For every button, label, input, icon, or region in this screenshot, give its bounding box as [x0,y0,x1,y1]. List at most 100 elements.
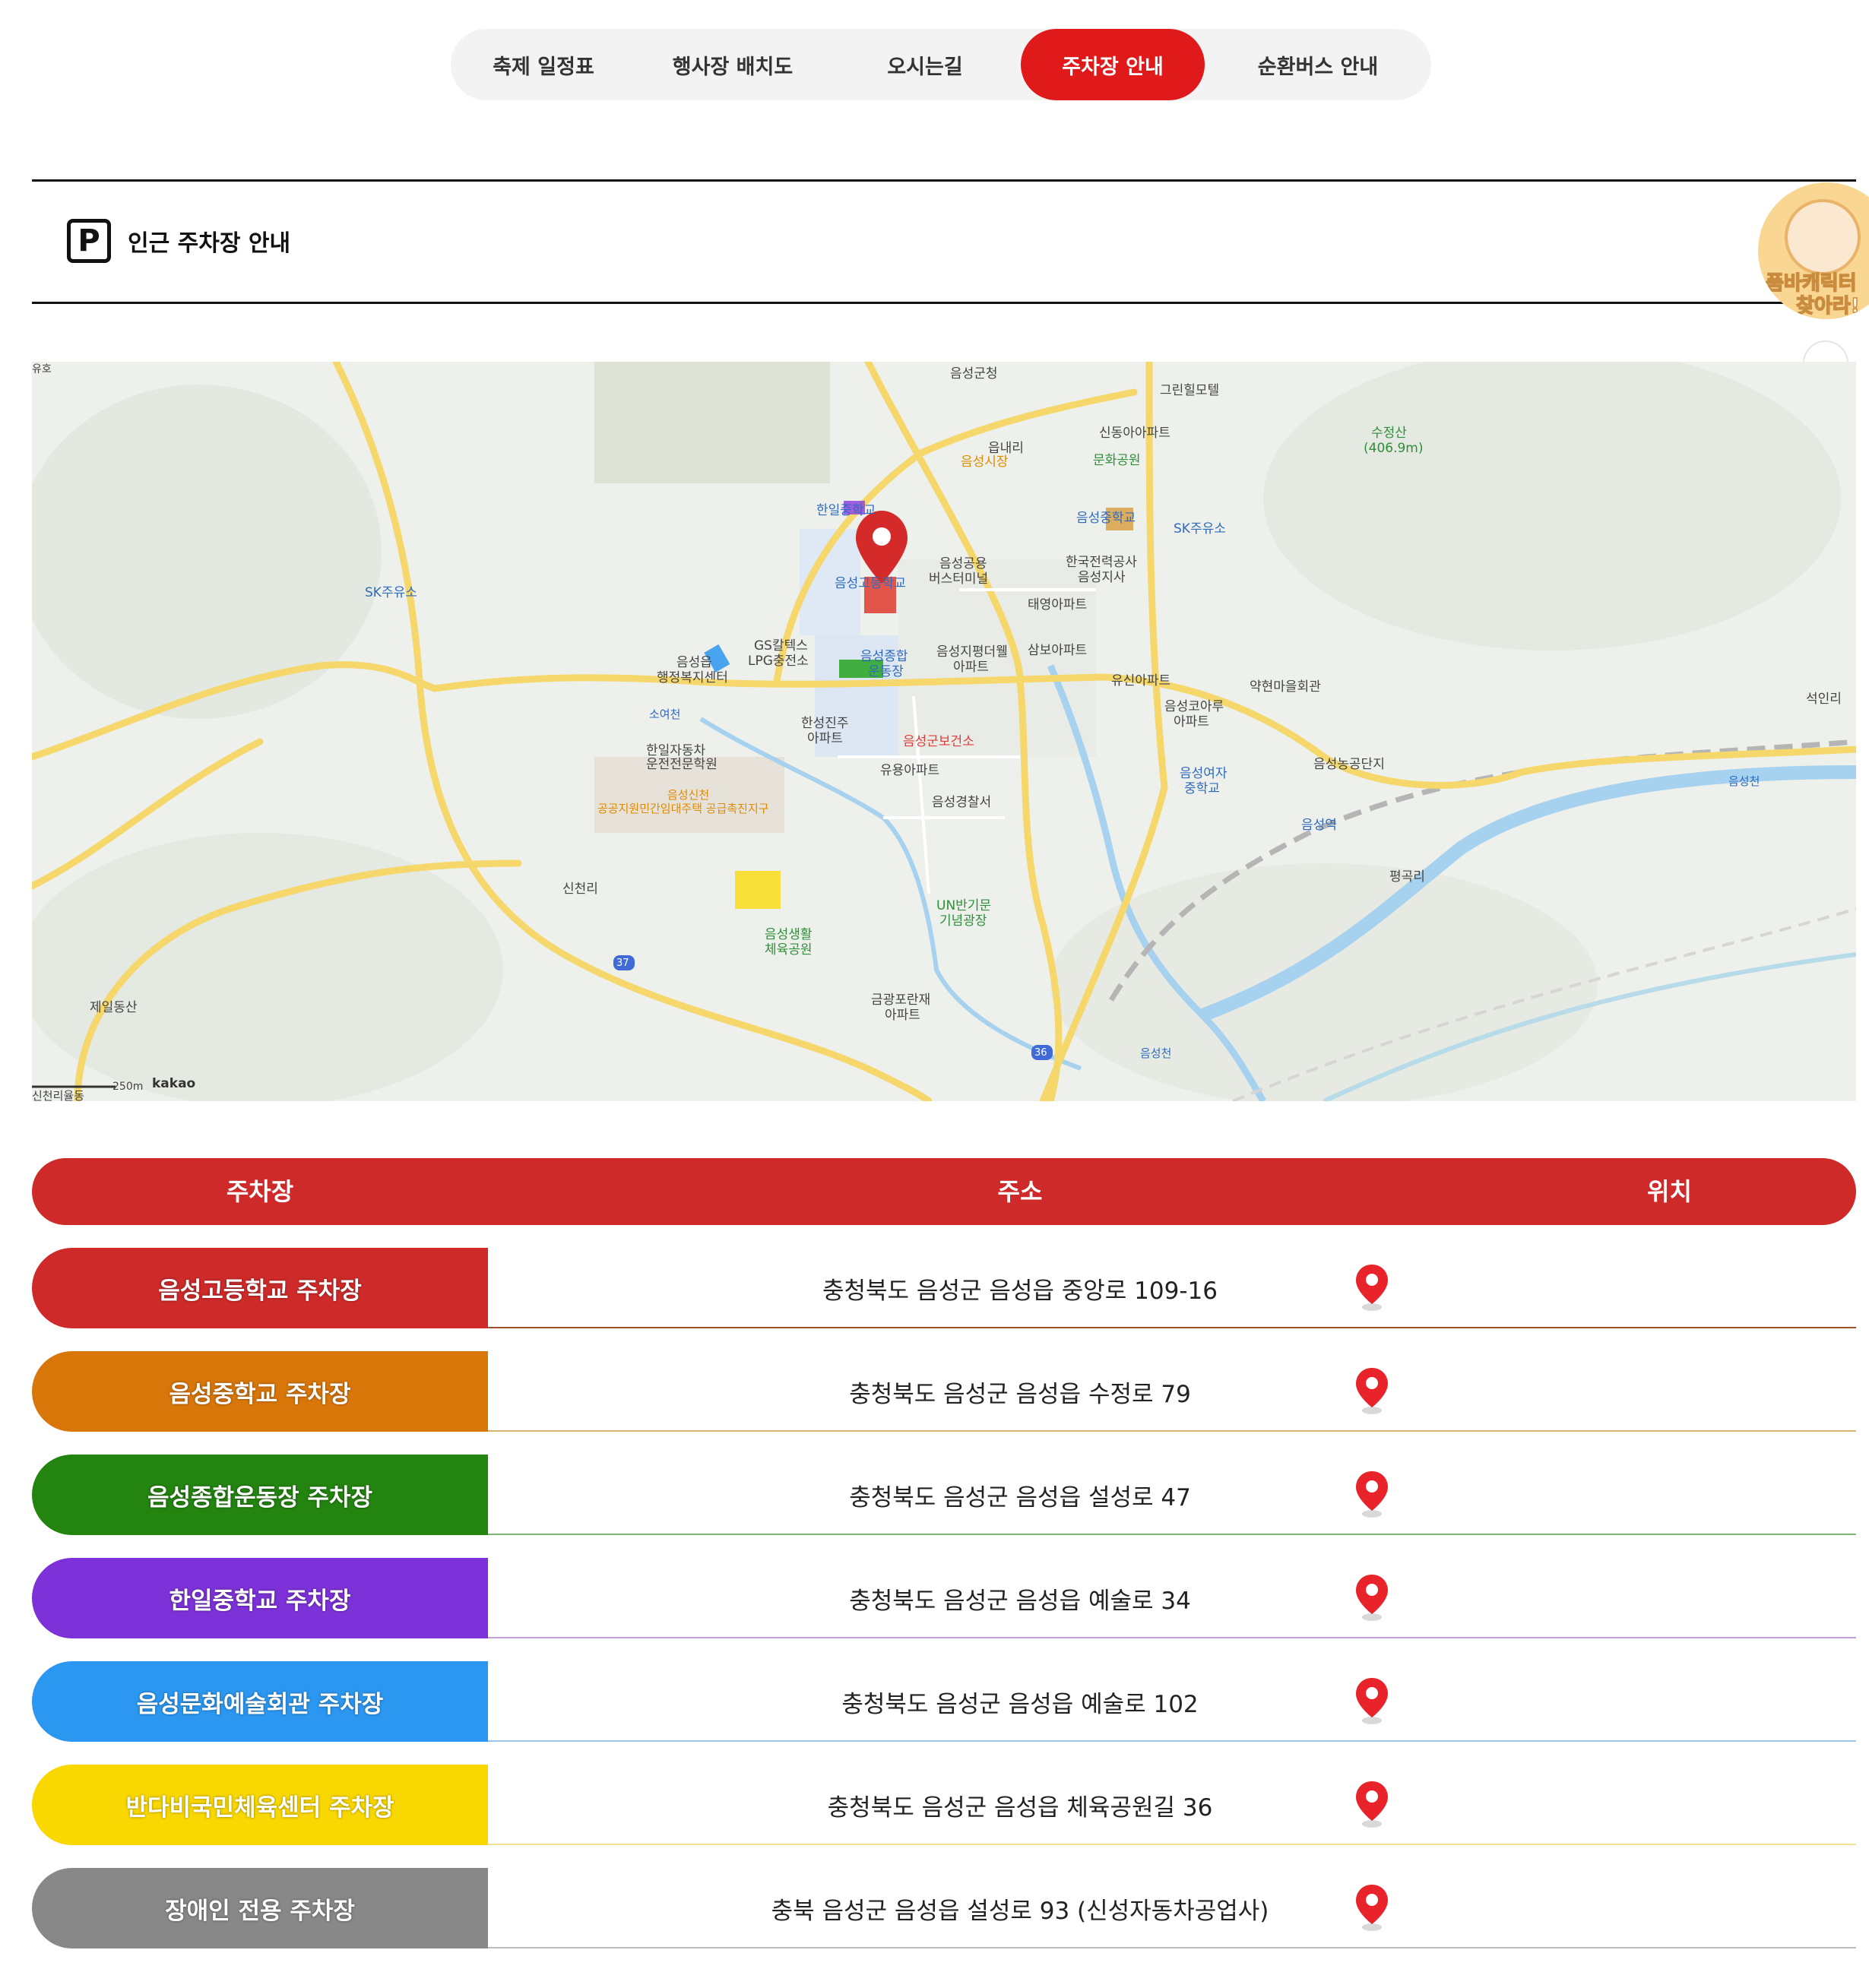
map-scale: 250m [112,1081,144,1093]
map-label: 음성천 [1728,774,1760,788]
map-label: 유신아파트 [1111,673,1171,689]
location-pin-icon[interactable] [1353,1573,1391,1622]
row-divider [488,1947,1856,1948]
parking-lot-address: 충청북도 음성군 음성읍 중앙로 109-16 [822,1277,1218,1305]
map-label: 음성군보건소 [903,734,974,749]
map-background [32,362,1856,1101]
map-label: 금광포란재 [871,992,931,1008]
section-top-divider [32,179,1856,182]
parking-map[interactable]: 음성군청 그린힐모텔 신동아아파트 읍내리 음성시장 문화공원 수정산 (406… [32,362,1856,1101]
map-brand-logo: kakao [152,1076,196,1091]
row-divider [488,1430,1856,1432]
map-label: 운동장 [868,664,904,679]
character-hunt-badge[interactable]: 품바캐릭터 찾아라! [1758,182,1869,319]
location-pin-icon[interactable] [1353,1366,1391,1415]
parking-lot-name: 음성중학교 주차장 [32,1351,488,1432]
map-label: 음성경찰서 [932,795,992,810]
parking-lot-address: 충청북도 음성군 음성읍 예술로 34 [849,1587,1191,1615]
map-label: 중학교 [1184,781,1220,796]
map-label: 태영아파트 [1028,597,1088,613]
map-label: 제일동산 [90,1000,138,1015]
map-label: 음성신천 [667,788,710,802]
map-label: (406.9m) [1364,441,1424,456]
section-title: 인근 주차장 안내 [128,230,291,257]
map-label: 석인리 [1806,692,1842,707]
map-label: 음성종합 [860,649,908,664]
character-face-icon [1785,199,1861,275]
map-label: 음성고등학교 [835,576,906,591]
map-label: 아파트 [807,731,843,746]
parking-lot-address: 충청북도 음성군 음성읍 예술로 102 [841,1690,1199,1718]
road-shield-37: 37 [616,958,629,969]
map-label: 음성생활 [765,927,813,942]
map-label: GS칼텍스 [754,638,808,654]
tab-venue-map[interactable]: 행사장 배치도 [636,29,829,100]
table-row: 음성중학교 주차장 충청북도 음성군 음성읍 수정로 79 [32,1351,1856,1432]
tab-shuttle-bus[interactable]: 순환버스 안내 [1205,29,1431,100]
map-label: 신천리율동 [32,1089,85,1101]
row-divider [488,1637,1856,1638]
map-label: 문화공원 [1093,453,1141,468]
map-label: 아파트 [885,1008,920,1023]
map-label: 체육공원 [765,942,813,958]
parking-icon: P [67,219,111,263]
map-label: 유용아파트 [880,763,940,778]
map-label: 한일중학교 [816,503,876,518]
map-label: 음성여자 [1180,766,1228,781]
header-location: 위치 [1647,1177,1692,1206]
map-label: 버스터미널 [929,571,989,587]
map-label: 수정산 [1371,426,1407,441]
table-row: 음성고등학교 주차장 충청북도 음성군 음성읍 중앙로 109-16 [32,1248,1856,1328]
parking-lot-address: 충북 음성군 음성읍 설성로 93 (신성자동차공업사) [771,1897,1269,1925]
parking-lot-name: 한일중학교 주차장 [32,1558,488,1638]
location-pin-icon[interactable] [1353,1883,1391,1932]
table-row: 반다비국민체육센터 주차장 충청북도 음성군 음성읍 체육공원길 36 [32,1765,1856,1845]
map-label: 행정복지센터 [657,670,728,685]
location-pin-icon[interactable] [1353,1676,1391,1725]
map-label: 음성시장 [961,454,1009,470]
map-label: 한일자동차 [646,743,706,758]
map-label: 음성코아루 [1164,699,1224,714]
map-label: 아파트 [1174,714,1209,730]
map-label: 음성지평더웰 [936,644,1008,660]
map-label: SK주유소 [365,585,417,600]
map-label: 유호 [32,363,52,375]
badge-line2: 찾아라! [1795,294,1860,318]
map-label: 음성농공단지 [1313,757,1385,772]
parking-lot-address: 충청북도 음성군 음성읍 수정로 79 [849,1380,1191,1408]
section-bottom-divider [32,302,1856,304]
map-label: UN반기문 [936,898,992,913]
parking-lot-address: 충청북도 음성군 음성읍 설성로 47 [849,1483,1191,1512]
map-label: 음성역 [1301,818,1337,833]
table-row: 한일중학교 주차장 충청북도 음성군 음성읍 예술로 34 [32,1558,1856,1638]
parking-lot-name: 장애인 전용 주차장 [32,1868,488,1948]
map-label: 기념광장 [939,913,987,929]
map-label: 약현마을회관 [1250,679,1321,695]
map-label: 평곡리 [1389,869,1425,885]
parking-table-header: 주차장 주소 위치 [32,1158,1856,1225]
location-pin-icon[interactable] [1353,1470,1391,1518]
location-pin-icon[interactable] [1353,1263,1391,1312]
tab-bar: 축제 일정표 행사장 배치도 오시는길 주차장 안내 순환버스 안내 [451,29,1431,100]
table-row: 음성종합운동장 주차장 충청북도 음성군 음성읍 설성로 47 [32,1455,1856,1535]
parking-lot-name: 음성고등학교 주차장 [32,1248,488,1328]
tab-parking[interactable]: 주차장 안내 [1021,29,1205,100]
header-lot: 주차장 [226,1177,294,1206]
map-label: 한국전력공사 [1066,555,1137,570]
row-divider [488,1327,1856,1328]
map-label: 음성지사 [1078,570,1126,585]
map-label: 신천리 [562,882,598,897]
map-label: 삼보아파트 [1028,643,1088,658]
parking-lot-name: 음성문화예술회관 주차장 [32,1661,488,1742]
map-label: LPG충전소 [748,654,809,669]
map-label: 읍내리 [988,441,1024,456]
tab-directions[interactable]: 오시는길 [829,29,1021,100]
map-label: 음성중학교 [1076,511,1136,526]
parking-lot-name: 음성종합운동장 주차장 [32,1455,488,1535]
map-label: 음성공용 [939,556,987,571]
road-shield-36: 36 [1034,1047,1047,1059]
parking-lot-name: 반다비국민체육센터 주차장 [32,1765,488,1845]
location-pin-icon[interactable] [1353,1780,1391,1828]
tab-schedule[interactable]: 축제 일정표 [451,29,636,100]
map-label: 한성진주 [801,716,849,731]
